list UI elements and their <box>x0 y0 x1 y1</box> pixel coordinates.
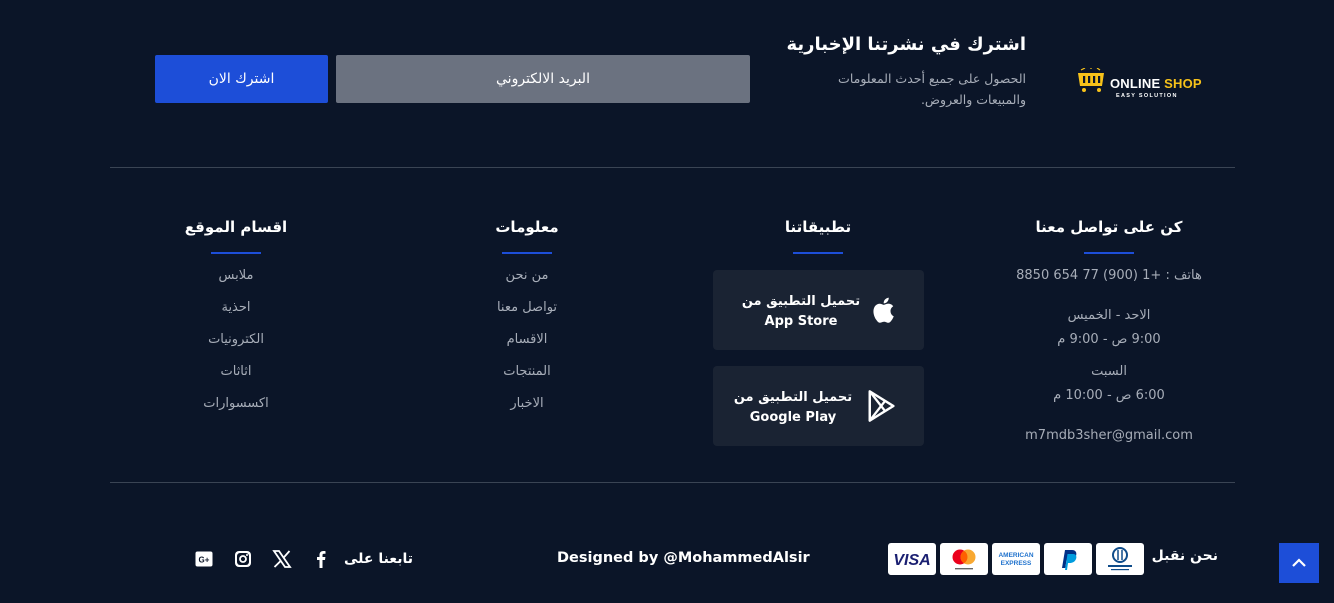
contact-email[interactable]: m7mdb3sher@gmail.com <box>1025 428 1193 443</box>
chevron-up-icon <box>1292 558 1306 567</box>
section-link-clothes[interactable]: ملابس <box>219 268 254 283</box>
apple-icon <box>873 297 894 323</box>
info-link-categories[interactable]: الاقسام <box>507 332 548 347</box>
mastercard-card-icon <box>940 543 988 575</box>
contact-title-underline <box>1084 252 1134 254</box>
svg-text:AMERICAN: AMERICAN <box>998 552 1033 559</box>
google-plus-icon[interactable]: G+ <box>194 549 214 569</box>
brand-tagline: EASY SOLUTION <box>1116 93 1178 99</box>
facebook-icon[interactable] <box>311 549 331 569</box>
section-link-accessories[interactable]: اكسسوارات <box>203 396 268 411</box>
google-play-line1: تحميل التطبيق من <box>733 390 853 405</box>
svg-text:EXPRESS: EXPRESS <box>1001 560 1032 567</box>
contact-phone[interactable]: هاتف : +1 (900) 77 654 8850 <box>1016 268 1202 283</box>
newsletter-title: اشترك في نشرتنا الإخبارية <box>786 34 1026 55</box>
visa-card-icon: VISA <box>888 543 936 575</box>
app-store-line2: App Store <box>764 314 838 329</box>
info-title: معلومات <box>495 218 559 236</box>
payment-accept-label: نحن نقبل <box>1151 548 1218 564</box>
contact-saturday: السبت <box>1091 364 1127 379</box>
section-link-shoes[interactable]: احذية <box>221 300 250 315</box>
instagram-icon[interactable] <box>233 549 253 569</box>
google-play-line2: Google Play <box>749 410 837 425</box>
sections-title-underline <box>211 252 261 254</box>
contact-weekday-hours: 9:00 ص - 9:00 م <box>1057 332 1161 347</box>
contact-title: كن على تواصل معنا <box>1035 218 1183 236</box>
brand-name: ONLINE SHOP <box>1110 76 1202 91</box>
section-link-electronics[interactable]: الكترونيات <box>208 332 264 347</box>
info-link-contact[interactable]: تواصل معنا <box>497 300 557 315</box>
scroll-to-top-button[interactable] <box>1279 543 1319 583</box>
divider-top <box>110 167 1235 168</box>
follow-us-label: تابعنا على <box>344 551 413 567</box>
info-link-news[interactable]: الاخبار <box>510 396 543 411</box>
brand-logo[interactable]: ONLINE SHOP EASY SOLUTION <box>1072 60 1206 106</box>
section-link-furniture[interactable]: اثاثات <box>220 364 251 379</box>
shopping-cart-icon <box>1078 68 1104 92</box>
sections-title: اقسام الموقع <box>184 218 288 236</box>
designed-by-credit[interactable]: Designed by @MohammedAlsir <box>557 550 810 566</box>
info-title-underline <box>502 252 552 254</box>
email-input[interactable] <box>336 55 750 103</box>
app-store-button[interactable]: تحميل التطبيق من App Store <box>713 270 924 350</box>
subscribe-button[interactable]: اشترك الان <box>155 55 328 103</box>
info-link-products[interactable]: المنتجات <box>503 364 551 379</box>
svg-text:VISA: VISA <box>893 552 930 569</box>
x-icon[interactable] <box>272 549 292 569</box>
paypal-card-icon <box>1044 543 1092 575</box>
divider-bottom <box>110 482 1235 483</box>
apps-title: تطبيقاتنا <box>784 218 852 236</box>
info-link-about[interactable]: من نحن <box>506 268 549 283</box>
newsletter-description: الحصول على جميع أحدث المعلومات والمبيعات… <box>838 71 1026 107</box>
google-play-button[interactable]: تحميل التطبيق من Google Play <box>713 366 924 446</box>
diners-club-card-icon <box>1096 543 1144 575</box>
contact-saturday-hours: 6:00 ص - 10:00 م <box>1053 388 1165 403</box>
contact-weekdays: الاحد - الخميس <box>1067 308 1151 323</box>
app-store-line1: تحميل التطبيق من <box>741 294 861 309</box>
svg-text:G+: G+ <box>199 556 210 565</box>
apps-title-underline <box>793 252 843 254</box>
google-play-icon <box>868 390 895 422</box>
american-express-card-icon: AMERICAN EXPRESS <box>992 543 1040 575</box>
